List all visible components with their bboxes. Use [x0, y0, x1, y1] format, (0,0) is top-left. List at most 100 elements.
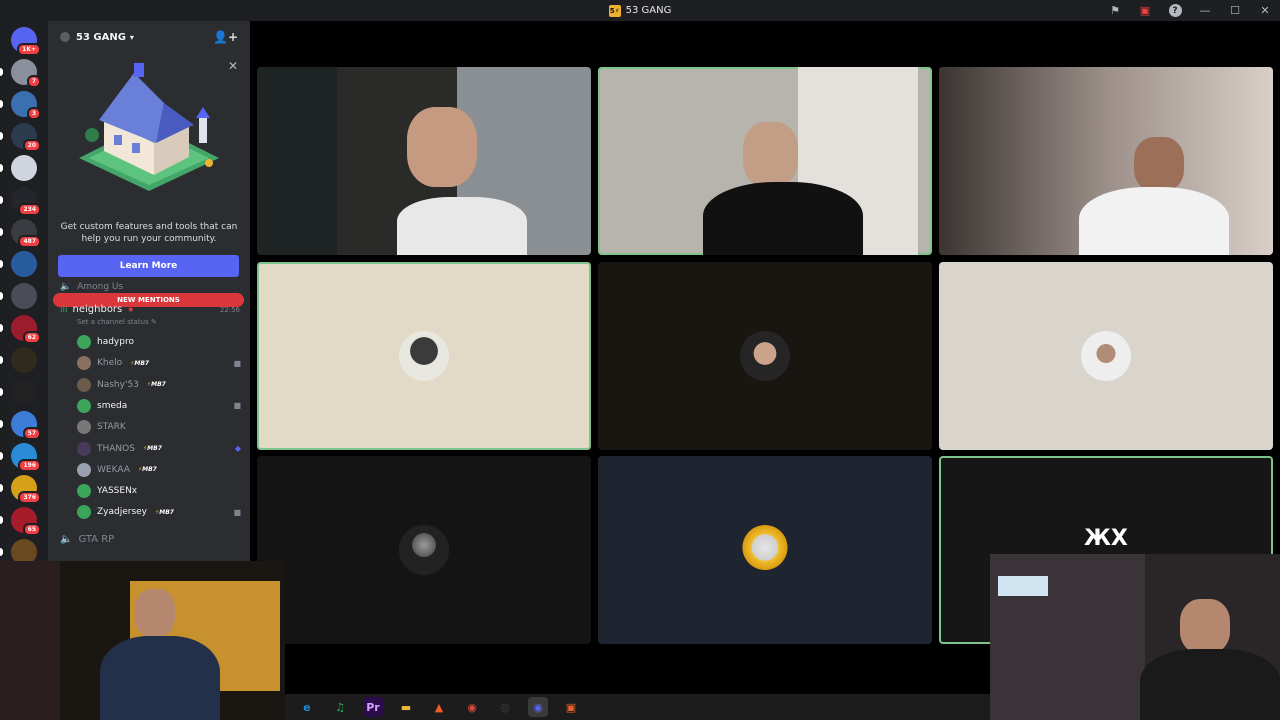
server-icon[interactable] [11, 379, 37, 405]
server-avatar [11, 539, 37, 561]
member-name: Khelo [97, 358, 123, 369]
video-tile[interactable] [939, 67, 1273, 255]
invite-people-icon[interactable]: 👤+ [213, 30, 238, 44]
bolt-icon: ⚡ [142, 445, 148, 452]
server-icon[interactable] [11, 251, 37, 277]
unread-pill [0, 516, 3, 524]
unread-pill [0, 484, 3, 492]
server-icon[interactable] [11, 155, 37, 181]
voice-member[interactable]: YASSENx [77, 482, 241, 500]
server-name: 53 GANG [76, 31, 126, 43]
unread-pill [0, 196, 3, 204]
mention-badge: 234 [18, 203, 41, 216]
taskbar: e ♫ Pr ▬ ▲ ◉ ◎ ◉ ▣ [285, 694, 990, 720]
user-avatar [740, 331, 790, 381]
server-icon[interactable]: 62 [11, 315, 41, 344]
avatar [77, 398, 91, 413]
mention-badge: 3 [26, 107, 41, 120]
server-icon[interactable]: 234 [11, 187, 41, 216]
video-tile[interactable] [257, 262, 591, 450]
channel-gta-rp[interactable]: 🔈 GTA RP [60, 534, 114, 545]
server-icon[interactable] [11, 347, 37, 373]
spotify-icon[interactable]: ♫ [330, 697, 350, 717]
close-icon[interactable]: ✕ [228, 59, 238, 73]
activity-icon: ◆ [234, 444, 241, 453]
user-avatar [740, 525, 790, 575]
channel-status-text[interactable]: Set a channel status [77, 318, 149, 326]
window-title-text: 53 GANG [625, 5, 672, 16]
avatar [77, 335, 91, 349]
close-button[interactable]: ✕ [1250, 0, 1280, 21]
member-name: THANOS [97, 443, 135, 454]
mention-badge: 57 [22, 427, 41, 440]
server-icon[interactable] [11, 283, 37, 309]
server-icon[interactable]: 1K+ [11, 27, 41, 56]
member-tag: ⚡MB7 [155, 508, 174, 516]
server-header[interactable]: 53 GANG ▾ 👤+ [48, 21, 250, 53]
channel-among-us[interactable]: 🔈 Among Us [60, 282, 123, 292]
house-illustration [79, 63, 219, 191]
unread-pill [0, 292, 3, 300]
webcam-overlay-right [990, 554, 1280, 720]
inbox-flag-icon[interactable]: ⚑ [1100, 0, 1130, 21]
server-icon[interactable]: 20 [11, 123, 41, 152]
voice-channel-neighbors[interactable]: ılı neighbors ★ 22:56 Set a channel stat… [60, 304, 240, 326]
unread-pill [0, 164, 3, 172]
title-bar-controls: ⚑ ▣ ? — ☐ ✕ [1100, 0, 1280, 21]
discord-icon[interactable]: ◉ [528, 697, 548, 717]
chrome-icon[interactable]: ◉ [462, 697, 482, 717]
voice-member[interactable]: Khelo ⚡MB7 ■ [77, 354, 241, 372]
unread-pill [0, 324, 3, 332]
app-icon[interactable]: ▣ [561, 697, 581, 717]
obs-icon[interactable]: ◎ [495, 697, 515, 717]
user-avatar: ЖX [1084, 526, 1128, 551]
brave-icon[interactable]: ▲ [429, 697, 449, 717]
server-icon[interactable]: 3 [11, 91, 41, 120]
video-tile[interactable] [598, 456, 932, 644]
avatar [77, 420, 91, 435]
voice-member[interactable]: Zyadjersey ⚡MB7 ■ [77, 503, 241, 521]
voice-member[interactable]: WEKAA ⚡MB7 [77, 461, 241, 479]
bolt-icon: ⚡ [155, 508, 160, 516]
server-icon[interactable]: 7 [11, 59, 41, 88]
camera-icon: ■ [233, 401, 241, 411]
title-bar: 5⚡ 53 GANG ⚑ ▣ ? — ☐ ✕ [0, 0, 1280, 21]
server-icon[interactable]: 487 [11, 219, 41, 248]
premiere-icon[interactable]: Pr [363, 697, 383, 717]
mention-badge: 62 [22, 331, 41, 344]
server-icon[interactable]: 57 [11, 411, 41, 440]
voice-member[interactable]: smeda ■ [77, 397, 241, 415]
video-tile[interactable] [257, 456, 591, 644]
server-icon[interactable]: 376 [11, 475, 41, 504]
screen-share-icon[interactable]: ▣ [1130, 0, 1160, 21]
promo-card: ✕ Get custom features and tools that can… [48, 53, 250, 278]
unread-pill [0, 228, 3, 236]
avatar [77, 484, 91, 499]
server-icon[interactable]: 65 [11, 507, 41, 536]
server-icon[interactable]: 196 [11, 443, 41, 472]
maximize-button[interactable]: ☐ [1220, 0, 1250, 21]
minimize-button[interactable]: — [1190, 0, 1220, 21]
member-name: STARK [97, 422, 126, 433]
edge-icon[interactable]: e [297, 697, 317, 717]
speaker-icon: 🔈 [60, 534, 73, 545]
video-tile[interactable] [598, 67, 932, 255]
video-tile[interactable] [939, 262, 1273, 450]
learn-more-button[interactable]: Learn More [58, 255, 239, 277]
voice-member[interactable]: THANOS ⚡MB7 ◆ [77, 440, 241, 458]
help-icon[interactable]: ? [1160, 0, 1190, 21]
speaker-icon: 🔈 [60, 282, 72, 292]
unread-pill [0, 260, 3, 268]
voice-member[interactable]: hadypro [77, 333, 241, 351]
video-tile[interactable] [257, 67, 591, 255]
video-tile[interactable] [598, 262, 932, 450]
voice-member[interactable]: STARK [77, 418, 241, 436]
member-name: Nashy'53 [97, 379, 139, 390]
folder-icon[interactable]: ▬ [396, 697, 416, 717]
channel-sidebar: 53 GANG ▾ 👤+ ✕ Get custom features and t… [48, 21, 250, 561]
avatar [77, 462, 91, 477]
server-avatar [11, 283, 37, 309]
voice-channel-time: 22:56 [219, 306, 240, 314]
server-icon[interactable] [11, 539, 37, 561]
voice-member[interactable]: Nashy'53 ⚡MB7 [77, 376, 241, 394]
